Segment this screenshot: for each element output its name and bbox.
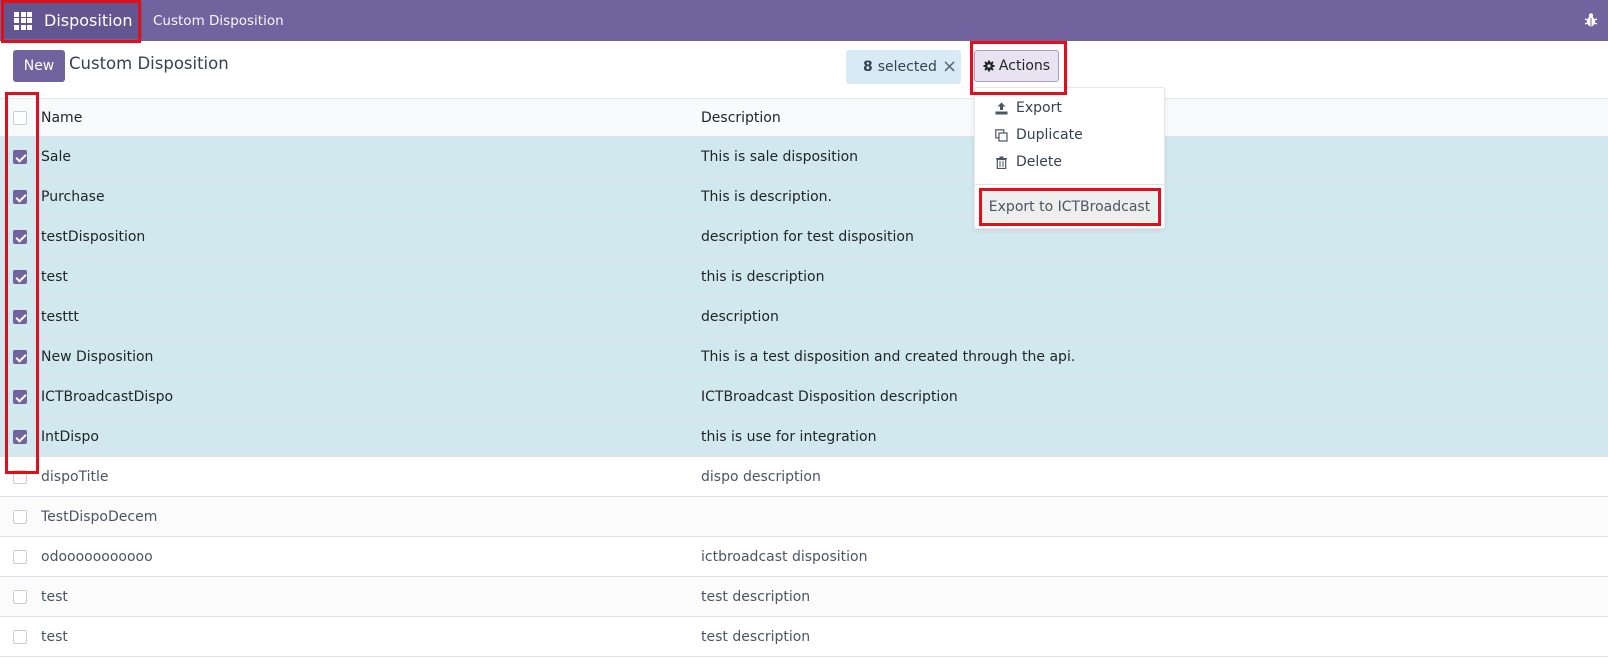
app-title: Disposition [44,11,133,30]
menu-item-delete[interactable]: Delete [995,152,1062,172]
cell-name[interactable]: ICTBroadcastDispo [41,389,173,405]
row-checkbox[interactable] [13,509,27,524]
cell-description[interactable]: this is use for integration [701,429,876,445]
cell-name[interactable]: TestDispoDecem [41,509,157,525]
row-checkbox[interactable] [13,429,27,444]
cell-name[interactable]: dispoTitle [41,469,109,485]
list-table: Name Description Sale This is sale dispos… [0,99,1608,657]
cell-description[interactable]: description for test disposition [701,229,914,245]
gear-icon [983,60,995,72]
table-row[interactable]: New Disposition This is a test dispositio… [0,337,1608,377]
cell-description[interactable]: test description [701,589,810,605]
row-checkbox[interactable] [13,229,27,244]
table-row[interactable]: testtt description [0,297,1608,337]
cell-description[interactable]: This is a test disposition and created t… [701,349,1075,365]
menu-item-custom-disposition[interactable]: Custom Disposition [153,0,284,41]
grid-icon [14,11,32,30]
row-checkbox[interactable] [13,189,27,204]
cell-description[interactable]: this is description [701,269,824,285]
row-checkbox[interactable] [13,309,27,324]
row-checkbox[interactable] [13,269,27,284]
duplicate-label: Duplicate [1016,127,1083,143]
column-header-name[interactable]: Name [41,110,82,126]
menu-item-export-to-ictbroadcast[interactable]: Export to ICTBroadcast [982,192,1157,222]
cell-name[interactable]: test [41,589,68,605]
cell-description[interactable]: This is sale disposition [701,149,858,165]
actions-button[interactable]: Actions [974,50,1059,82]
new-button[interactable]: New [13,50,65,82]
cell-description[interactable]: ICTBroadcast Disposition description [701,389,958,405]
breadcrumb: Custom Disposition [69,54,229,73]
actions-label: Actions [998,58,1051,74]
control-panel: New Custom Disposition 8 selected × Acti… [0,41,1608,99]
cell-name[interactable]: Sale [41,149,71,165]
clear-selection-icon[interactable]: × [942,50,957,84]
trash-icon [996,156,1007,169]
selected-label: selected [877,59,937,75]
cell-name[interactable]: IntDispo [41,429,99,445]
table-row[interactable]: test this is description [0,257,1608,297]
row-checkbox[interactable] [13,149,27,164]
row-checkbox[interactable] [13,629,27,644]
delete-label: Delete [1016,154,1062,170]
cell-name[interactable]: testDisposition [41,229,145,245]
table-header: Name Description [0,99,1608,137]
table-row[interactable]: testDisposition description for test disp… [0,217,1608,257]
cell-name[interactable]: testtt [41,309,79,325]
select-all-checkbox[interactable] [13,110,27,125]
cell-name[interactable]: Purchase [41,189,105,205]
menu-divider [975,184,1164,185]
cell-description[interactable]: ictbroadcast disposition [701,549,867,565]
table-row[interactable]: dispoTitle dispo description [0,457,1608,497]
cell-description[interactable]: description [701,309,779,325]
table-row[interactable]: odooooooooooo ictbroadcast disposition [0,537,1608,577]
row-checkbox[interactable] [13,389,27,404]
row-checkbox[interactable] [13,349,27,364]
upload-icon [995,102,1008,114]
app-menu-button[interactable]: Disposition [4,2,143,39]
actions-dropdown: Export Duplicate Delete Export to ICTBro… [974,87,1165,229]
top-navbar: Disposition Custom Disposition [0,0,1608,41]
selected-count: 8 [863,59,873,75]
row-checkbox[interactable] [13,589,27,604]
cell-name[interactable]: odooooooooooo [41,549,153,565]
cell-description[interactable]: test description [701,629,810,645]
table-row[interactable]: Sale This is sale disposition [0,137,1608,177]
menu-item-duplicate[interactable]: Duplicate [995,125,1083,145]
export-label: Export [1016,100,1062,116]
table-row[interactable]: test test description [0,577,1608,617]
menu-item-export[interactable]: Export [995,98,1062,118]
cell-name[interactable]: test [41,269,68,285]
cell-description[interactable]: dispo description [701,469,821,485]
table-row[interactable]: TestDispoDecem [0,497,1608,537]
table-row[interactable]: ICTBroadcastDispo ICTBroadcast Dispositio… [0,377,1608,417]
cell-description[interactable]: This is description. [701,189,832,205]
column-header-description[interactable]: Description [701,110,781,126]
row-checkbox[interactable] [13,469,27,484]
copy-icon [995,128,1008,142]
row-checkbox[interactable] [13,549,27,564]
table-row[interactable]: IntDispo this is use for integration [0,417,1608,457]
cell-name[interactable]: test [41,629,68,645]
cell-name[interactable]: New Disposition [41,349,153,365]
bug-icon[interactable] [1584,12,1598,28]
table-row[interactable]: test test description [0,617,1608,657]
table-row[interactable]: Purchase This is description. [0,177,1608,217]
